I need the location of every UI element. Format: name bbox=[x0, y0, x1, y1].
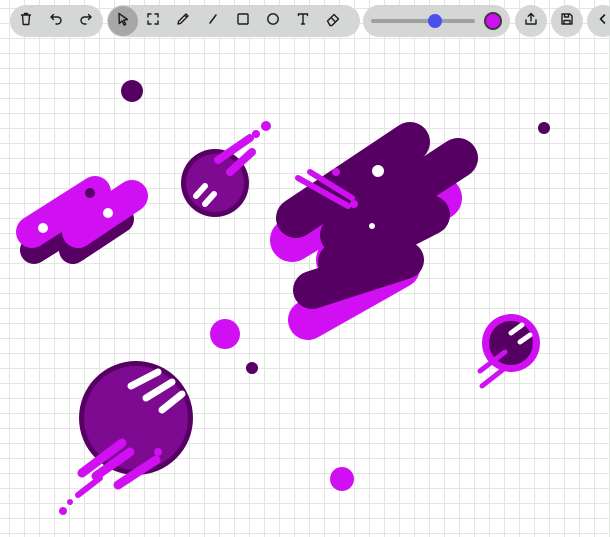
highlight bbox=[372, 165, 384, 177]
delete-button[interactable] bbox=[11, 6, 41, 36]
dot bbox=[121, 80, 143, 102]
dark-dot-top-right bbox=[538, 122, 550, 134]
history-toolbar bbox=[10, 5, 103, 37]
undo-icon bbox=[48, 11, 64, 31]
square-icon bbox=[235, 11, 251, 31]
tools-toolbar bbox=[107, 5, 360, 37]
slider-thumb[interactable] bbox=[428, 14, 443, 28]
trail-dot bbox=[261, 121, 271, 131]
trail-dot bbox=[252, 130, 260, 138]
stroke-size-slider[interactable] bbox=[371, 5, 475, 37]
export-icon bbox=[523, 11, 539, 31]
highlight bbox=[103, 208, 113, 218]
small-dark-dot-top-left bbox=[121, 80, 143, 102]
redo-button[interactable] bbox=[71, 6, 101, 36]
text-tool-button[interactable] bbox=[288, 6, 318, 36]
center-magenta-dot bbox=[210, 319, 240, 349]
share-button[interactable] bbox=[515, 5, 547, 37]
bottom-left-planet bbox=[59, 361, 193, 515]
drawing-canvas[interactable] bbox=[0, 0, 610, 537]
style-toolbar bbox=[363, 5, 510, 37]
bottom-magenta-dot bbox=[330, 467, 354, 491]
top-middle-planet bbox=[181, 121, 271, 217]
save-button[interactable] bbox=[551, 5, 583, 37]
highlight bbox=[369, 223, 375, 229]
color-picker-swatch[interactable] bbox=[484, 12, 502, 30]
highlight bbox=[38, 223, 48, 233]
left-pill-cluster bbox=[16, 176, 148, 264]
eraser-tool-button[interactable] bbox=[318, 6, 348, 36]
undo-button[interactable] bbox=[41, 6, 71, 36]
marquee-tool-button[interactable] bbox=[138, 6, 168, 36]
trail-dot bbox=[67, 499, 73, 505]
cursor-arrow-icon bbox=[115, 11, 131, 31]
trail bbox=[75, 475, 103, 498]
redo-icon bbox=[78, 11, 94, 31]
dot bbox=[246, 362, 258, 374]
chevron-left-icon bbox=[595, 11, 610, 31]
line-tool-button[interactable] bbox=[198, 6, 228, 36]
select-tool-button[interactable] bbox=[108, 6, 138, 36]
ellipse-tool-button[interactable] bbox=[258, 6, 288, 36]
canvas-shapes bbox=[16, 80, 550, 515]
streak-dot bbox=[332, 168, 340, 176]
dot bbox=[538, 122, 550, 134]
trail-dot bbox=[154, 448, 162, 456]
delete-icon bbox=[18, 11, 34, 31]
trail bbox=[479, 365, 508, 389]
small-dark-dot-center bbox=[246, 362, 258, 374]
pencil-tool-button[interactable] bbox=[168, 6, 198, 36]
hole bbox=[85, 188, 95, 198]
line-icon bbox=[205, 11, 221, 31]
marquee-select-icon bbox=[145, 11, 161, 31]
slider-track bbox=[371, 19, 475, 23]
text-t-icon bbox=[295, 11, 311, 31]
save-icon bbox=[559, 11, 575, 31]
circle-icon bbox=[265, 11, 281, 31]
trail-dot bbox=[59, 507, 67, 515]
pencil-icon bbox=[175, 11, 191, 31]
eraser-icon bbox=[325, 11, 341, 31]
center-pill-cluster bbox=[270, 122, 478, 340]
dot bbox=[330, 467, 354, 491]
streak-dot bbox=[350, 200, 358, 208]
right-planet bbox=[477, 314, 540, 389]
dot bbox=[210, 319, 240, 349]
rectangle-tool-button[interactable] bbox=[228, 6, 258, 36]
